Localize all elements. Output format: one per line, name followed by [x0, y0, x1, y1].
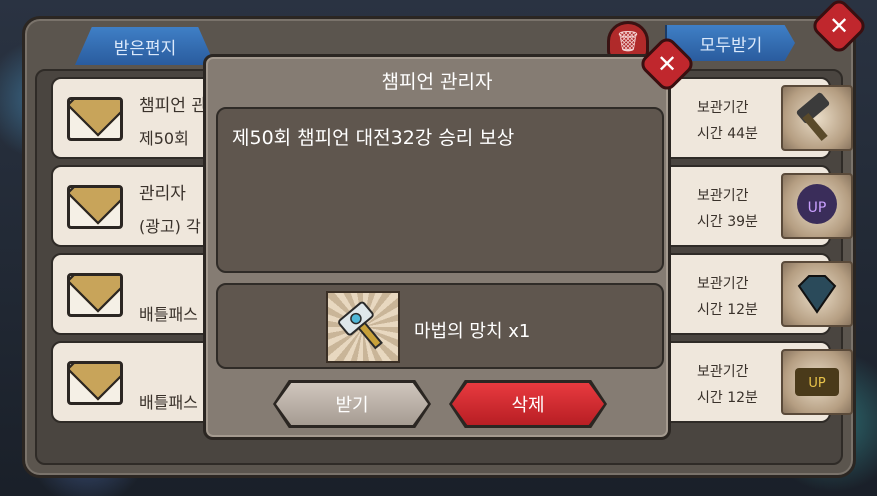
mail-detail-dialog: 챔피언 관리자 ✕ 제50회 챔피언 대전32강 승리 보상 마법의 망치 x1…	[203, 34, 697, 440]
diamond-icon	[781, 261, 853, 327]
tab-received-mail[interactable]: 받은편지	[75, 27, 215, 65]
delete-button[interactable]: 삭제	[452, 383, 604, 425]
envelope-icon	[67, 273, 123, 317]
mail-expiry: 보관기간 시간 44분	[697, 95, 777, 147]
reward-label: 마법의 망치 x1	[414, 321, 531, 342]
mail-subject: (광고) 각	[139, 217, 201, 236]
level-up-icon: UP	[781, 173, 853, 239]
mail-sender: 관리자	[139, 184, 186, 204]
mail-expiry: 보관기간 시간 12분	[697, 271, 777, 323]
mail-subject: 배틀패스	[139, 393, 198, 412]
mail-subject: 제50회	[139, 129, 189, 148]
mail-sender: 챔피언 관	[139, 96, 207, 116]
dialog-title: 챔피언 관리자	[381, 71, 493, 93]
close-icon: ✕	[656, 49, 678, 78]
trash-icon: 🗑	[615, 29, 641, 53]
expiry-time: 시간 39분	[697, 214, 758, 230]
envelope-icon	[67, 185, 123, 229]
svg-text:UP: UP	[808, 376, 826, 391]
expiry-label: 보관기간	[697, 188, 749, 204]
level-up-icon: UP	[781, 349, 853, 415]
mail-expiry: 보관기간 시간 12분	[697, 359, 777, 411]
hammer-icon	[781, 85, 853, 151]
expiry-time: 시간 44분	[697, 126, 758, 142]
expiry-time: 시간 12분	[697, 302, 758, 318]
expiry-label: 보관기간	[697, 364, 749, 380]
mail-expiry: 보관기간 시간 39분	[697, 183, 777, 235]
envelope-icon	[67, 97, 123, 141]
reward-box: 마법의 망치 x1	[216, 283, 664, 369]
expiry-label: 보관기간	[697, 100, 749, 116]
close-icon: ✕	[828, 11, 850, 40]
expiry-time: 시간 12분	[697, 390, 758, 406]
message-box: 제50회 챔피언 대전32강 승리 보상	[216, 107, 664, 273]
expiry-label: 보관기간	[697, 276, 749, 292]
message-text: 제50회 챔피언 대전32강 승리 보상	[232, 127, 515, 149]
magic-hammer-icon	[326, 291, 400, 363]
mail-subject: 배틀패스	[139, 305, 198, 324]
receive-button[interactable]: 받기	[276, 383, 428, 425]
svg-text:UP: UP	[808, 200, 827, 216]
envelope-icon	[67, 361, 123, 405]
